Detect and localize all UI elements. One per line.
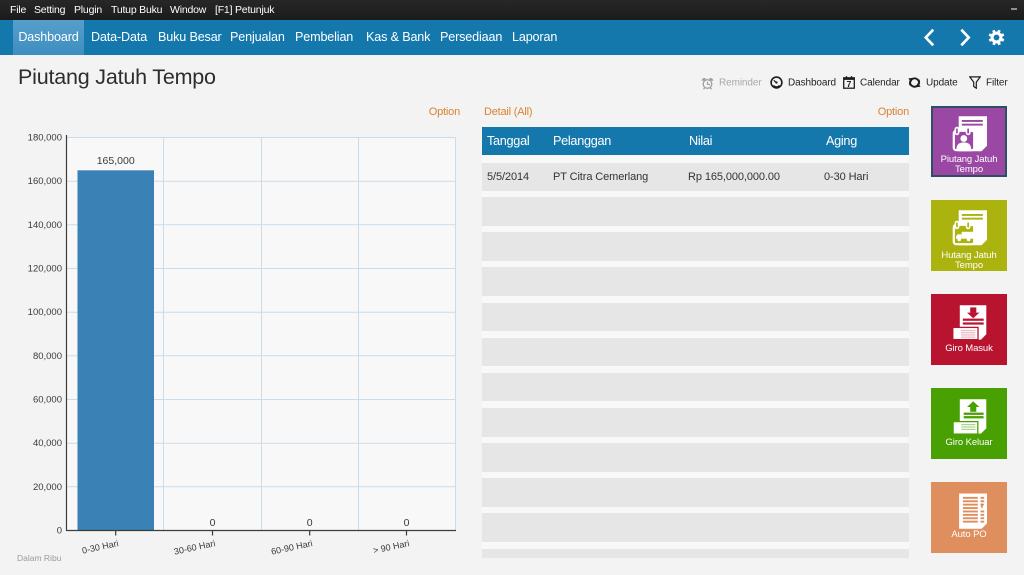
svg-text:60,000: 60,000	[33, 395, 62, 406]
svg-text:160,000: 160,000	[28, 176, 62, 187]
svg-text:40,000: 40,000	[33, 438, 62, 449]
svg-text:100,000: 100,000	[28, 307, 62, 318]
svg-text:0-30 Hari: 0-30 Hari	[81, 538, 119, 555]
svg-text:20,000: 20,000	[33, 482, 62, 493]
svg-text:7: 7	[847, 79, 852, 89]
svg-text:80,000: 80,000	[33, 351, 62, 362]
svg-text:Dalam Ribu: Dalam Ribu	[17, 553, 62, 563]
svg-text:140,000: 140,000	[28, 220, 62, 231]
svg-text:30-60 Hari: 30-60 Hari	[173, 538, 216, 557]
svg-text:0: 0	[307, 517, 313, 529]
svg-text:0: 0	[210, 517, 216, 529]
svg-text:165,000: 165,000	[97, 155, 135, 167]
svg-text:> 90 Hari: > 90 Hari	[372, 538, 410, 555]
svg-text:0: 0	[404, 517, 410, 529]
svg-text:180,000: 180,000	[28, 133, 62, 144]
svg-text:60-90 Hari: 60-90 Hari	[270, 538, 313, 557]
svg-text:0: 0	[57, 526, 62, 537]
svg-text:120,000: 120,000	[28, 264, 62, 275]
